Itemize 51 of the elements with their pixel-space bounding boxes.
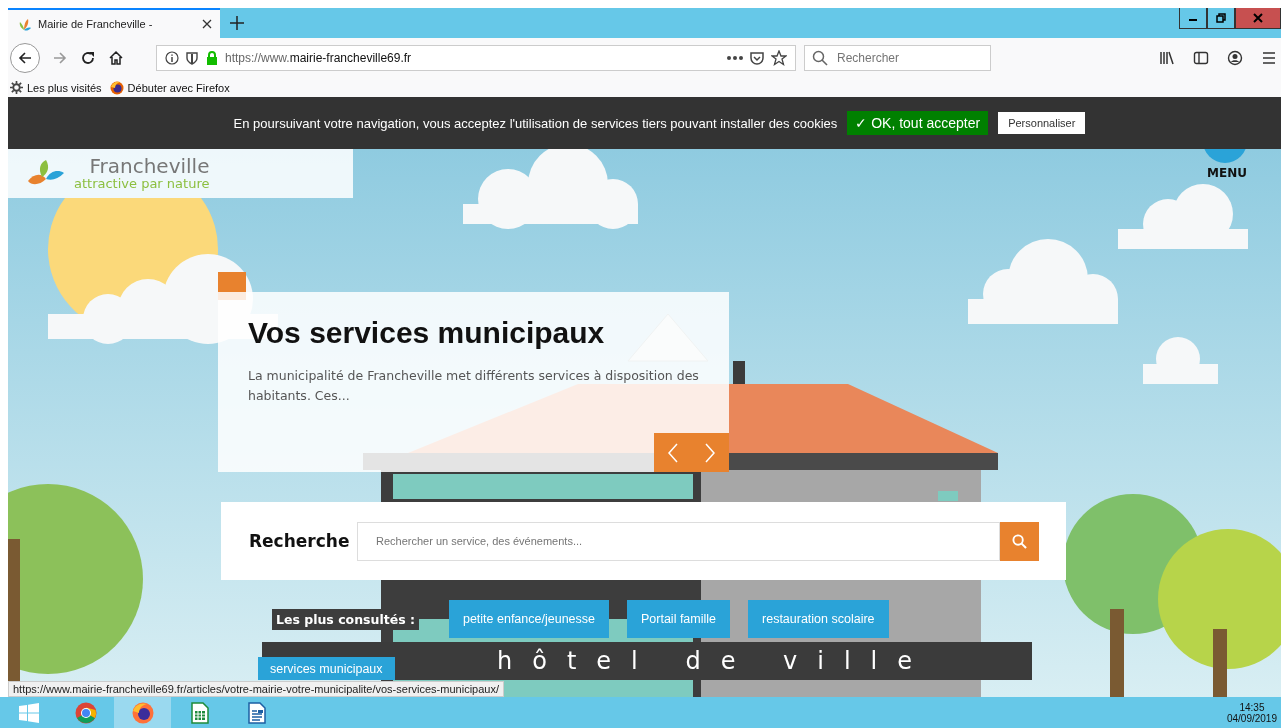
reload-icon[interactable] bbox=[80, 50, 96, 66]
search-input[interactable]: Rechercher un service, des événements... bbox=[357, 521, 1000, 561]
padlock-icon bbox=[205, 51, 219, 65]
accept-button[interactable]: ✓ OK, tout accepter bbox=[847, 111, 989, 135]
slide-title: Vos services municipaux bbox=[248, 316, 606, 350]
sign-text: hôtel de ville bbox=[497, 647, 932, 675]
clock-time: 14:35 bbox=[1239, 701, 1265, 713]
restore-button[interactable] bbox=[1207, 8, 1235, 29]
fox-globe-icon[interactable] bbox=[114, 697, 171, 728]
menu-icon[interactable] bbox=[1261, 50, 1277, 66]
url-text: https://www.mairie-francheville69.fr bbox=[225, 51, 413, 65]
bookmark-link[interactable]: Les plus visités bbox=[10, 81, 102, 94]
quick-links-label: Les plus consultés : bbox=[272, 608, 419, 630]
search-label: Recherche bbox=[249, 531, 351, 551]
star-icon[interactable] bbox=[771, 50, 787, 66]
more-icon[interactable] bbox=[727, 55, 743, 61]
info-icon bbox=[165, 51, 179, 65]
back-button[interactable] bbox=[10, 43, 40, 73]
forward-icon[interactable] bbox=[52, 50, 68, 66]
slide-excerpt: La municipalité de Francheville met différents services à disposition des habitants. Ces... bbox=[248, 367, 699, 405]
previous-button[interactable] bbox=[666, 442, 679, 463]
library-icon[interactable] bbox=[1159, 50, 1175, 66]
browser-tab[interactable]: Mairie de Francheville - bbox=[8, 8, 220, 38]
home-icon[interactable] bbox=[108, 50, 124, 66]
search-field[interactable]: Rechercher bbox=[804, 45, 991, 71]
close-icon[interactable] bbox=[202, 19, 212, 29]
search-icon bbox=[1012, 533, 1027, 549]
gear-icon bbox=[10, 81, 23, 94]
fox-globe-icon bbox=[109, 80, 124, 95]
logo-name: Francheville bbox=[89, 156, 210, 176]
pocket-icon[interactable] bbox=[749, 50, 765, 66]
tab-title: Mairie de Francheville - bbox=[38, 18, 154, 30]
status-url: https://www.mairie-francheville69.fr/articles/votre-mairie-votre-municipalite/vos-services-municipaux/ bbox=[8, 681, 504, 697]
minimize-button[interactable] bbox=[1179, 8, 1207, 29]
close-icon bbox=[1253, 13, 1263, 23]
search-button[interactable] bbox=[1000, 521, 1039, 561]
cookie-message: En poursuivant votre navigation, vous acceptez l'utilisation de services tiers pouvant installer des cookies bbox=[233, 115, 838, 131]
plus-icon[interactable] bbox=[230, 16, 244, 30]
menu-label[interactable]: MENU bbox=[1207, 166, 1247, 180]
next-button[interactable] bbox=[704, 442, 717, 463]
customize-button[interactable]: Personnaliser bbox=[998, 112, 1086, 134]
shield-icon bbox=[185, 51, 199, 65]
address-bar[interactable]: https://www.mairie-francheville69.fr bbox=[156, 45, 796, 71]
restore-icon bbox=[1216, 13, 1226, 23]
logo-tagline: attractive par nature bbox=[74, 176, 210, 191]
sidebar-icon[interactable] bbox=[1193, 50, 1209, 66]
clock-date: 04/09/2019 bbox=[1226, 712, 1277, 724]
close-button[interactable] bbox=[1235, 8, 1281, 29]
bookmark-link[interactable]: Débuter avec Firefox bbox=[109, 80, 230, 95]
account-icon[interactable] bbox=[1227, 50, 1243, 66]
back-arrow-icon bbox=[17, 50, 33, 66]
